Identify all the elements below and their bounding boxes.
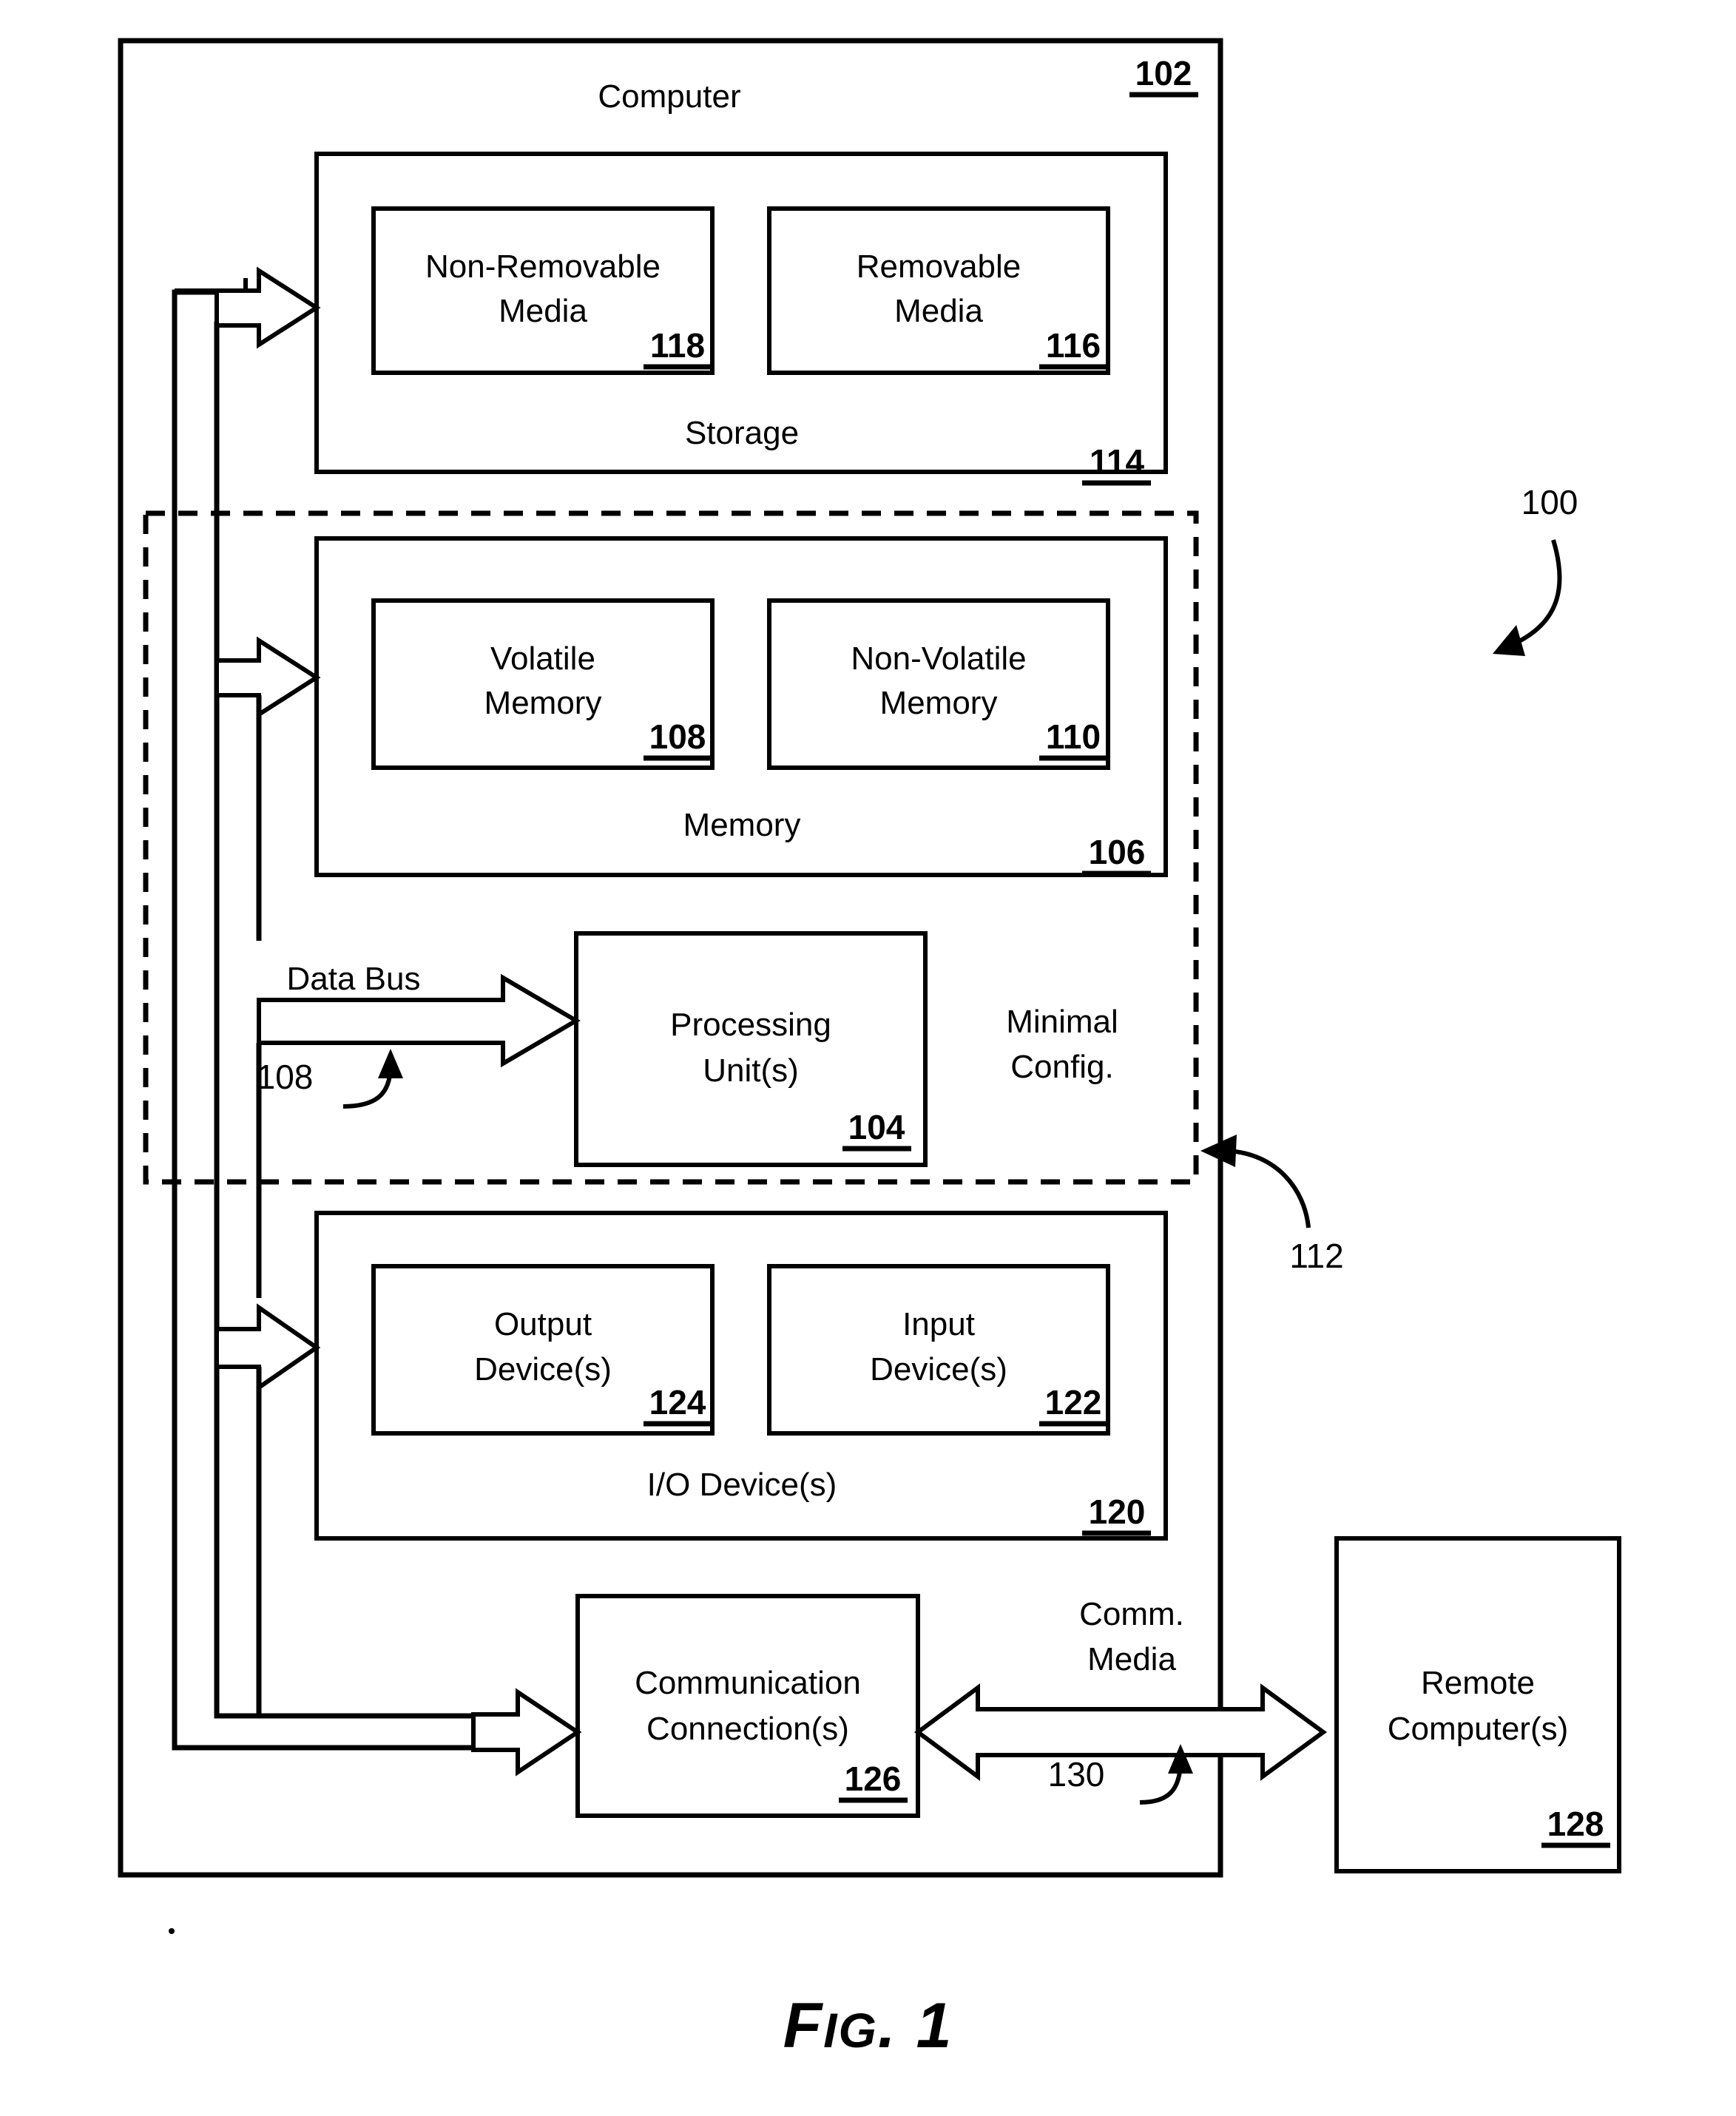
input-devices-ref-number: 122: [1045, 1383, 1102, 1422]
volatile-memory-ref-number: 108: [649, 717, 706, 756]
io-devices-title: I/O Device(s): [647, 1467, 837, 1503]
io-devices-ref-number: 120: [1089, 1493, 1146, 1531]
output-devices-label-line2: Device(s): [474, 1351, 612, 1387]
communication-connection-label-line1: Communication: [635, 1665, 861, 1701]
removable-media-label-line1: Removable: [857, 249, 1021, 285]
output-devices-label-line1: Output: [494, 1306, 592, 1342]
removable-media-ref-number: 116: [1046, 326, 1101, 365]
memory-ref-number: 106: [1089, 833, 1146, 871]
non-removable-media-ref-number: 118: [650, 326, 705, 365]
processing-unit-label-line1: Processing: [670, 1007, 831, 1043]
scan-artifact-speck: [169, 1928, 175, 1934]
patent-figure: Computer 102 Non-Removable Media 118 Rem…: [0, 0, 1736, 2116]
storage-title: Storage: [685, 415, 799, 451]
computer-title: Computer: [598, 78, 740, 115]
input-devices-label-line1: Input: [902, 1306, 975, 1342]
non-volatile-memory-label-line2: Memory: [880, 685, 998, 721]
processing-unit-label-line2: Unit(s): [703, 1052, 799, 1089]
non-volatile-memory-ref-number: 110: [1046, 717, 1101, 756]
storage-ref-number: 114: [1090, 442, 1145, 481]
figure-caption: FIG. 1: [0, 1990, 1736, 2063]
volatile-memory-label-line2: Memory: [484, 685, 602, 721]
remote-computer-label-line2: Computer(s): [1388, 1711, 1569, 1747]
data-bus-ref-number: 108: [257, 1058, 314, 1096]
comm-media-label-line2: Media: [1087, 1641, 1176, 1677]
data-bus-label: Data Bus: [287, 961, 421, 997]
comm-media-label-line1: Comm.: [1079, 1596, 1184, 1632]
system-ref-number: 100: [1521, 483, 1578, 521]
figure-caption-suffix: . 1: [877, 1990, 953, 2061]
remote-computer-ref-number: 128: [1547, 1805, 1604, 1843]
communication-connection-ref-number: 126: [845, 1760, 902, 1798]
figure-caption-prefix: F: [783, 1990, 824, 2061]
system-leader-line: [1516, 539, 1562, 644]
comm-media-ref-number: 130: [1048, 1755, 1105, 1794]
figure-caption-small: IG: [823, 2003, 878, 2058]
computer-ref-number: 102: [1135, 54, 1192, 92]
removable-media-label-line2: Media: [894, 293, 983, 329]
input-devices-label-line2: Device(s): [870, 1351, 1007, 1387]
non-volatile-memory-label-line1: Non-Volatile: [851, 640, 1026, 677]
remote-computer-label-line1: Remote: [1421, 1665, 1535, 1701]
block-diagram-svg: Computer 102 Non-Removable Media 118 Rem…: [118, 38, 1621, 1934]
memory-title: Memory: [683, 807, 801, 843]
minimal-config-leader-line: [1227, 1149, 1311, 1228]
system-leader-arrowhead: [1493, 625, 1525, 656]
minimal-config-ref-number: 112: [1289, 1237, 1343, 1275]
communication-connection-label-line2: Connection(s): [646, 1711, 849, 1747]
processing-unit-ref-number: 104: [848, 1108, 905, 1146]
volatile-memory-label-line1: Volatile: [490, 640, 595, 677]
minimal-config-label-line1: Minimal: [1006, 1004, 1118, 1040]
non-removable-media-label-line2: Media: [499, 293, 587, 329]
output-devices-ref-number: 124: [649, 1383, 706, 1422]
minimal-config-label-line2: Config.: [1010, 1049, 1113, 1085]
non-removable-media-label-line1: Non-Removable: [425, 249, 661, 285]
